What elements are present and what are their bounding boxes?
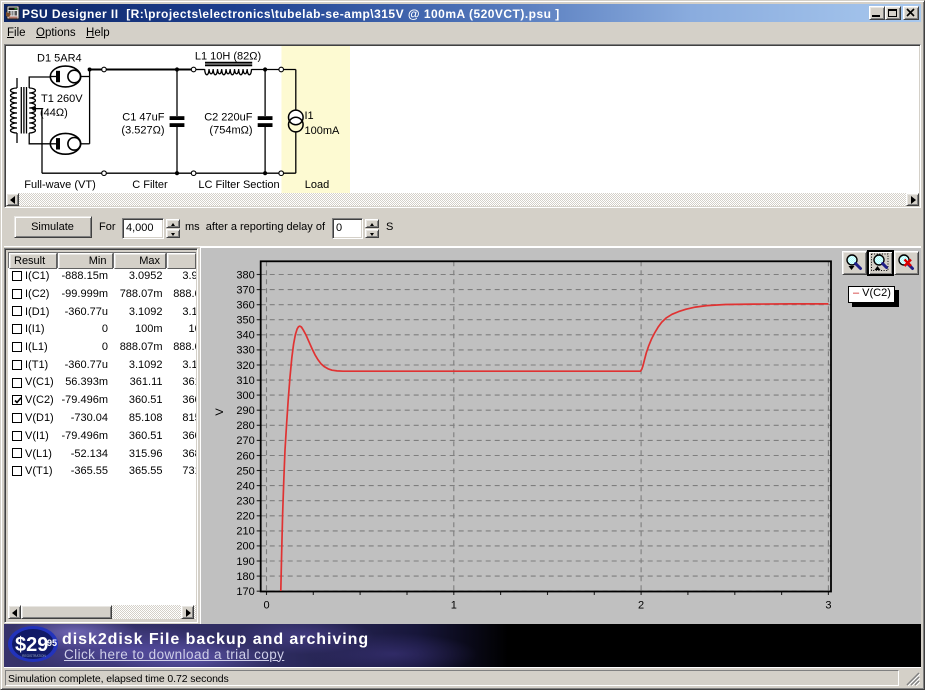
- svg-text:(754mΩ): (754mΩ): [209, 125, 252, 137]
- svg-text:170: 170: [236, 586, 254, 598]
- svg-text:(3.527Ω): (3.527Ω): [121, 125, 164, 137]
- svg-text:370: 370: [236, 284, 254, 296]
- svg-text:190: 190: [236, 556, 254, 568]
- svg-text:230: 230: [236, 496, 254, 508]
- svg-text:V: V: [214, 408, 226, 416]
- svg-text:200: 200: [236, 541, 254, 553]
- svg-text:LC Filter Section: LC Filter Section: [198, 179, 279, 191]
- svg-text:95: 95: [47, 638, 57, 648]
- svg-text:300: 300: [236, 390, 254, 402]
- svg-text:310: 310: [236, 375, 254, 387]
- svg-text:3: 3: [825, 600, 831, 612]
- svg-text:$29: $29: [15, 634, 48, 656]
- svg-text:250: 250: [236, 465, 254, 477]
- svg-text:REGISTRATION: REGISTRATION: [22, 654, 46, 658]
- svg-text:240: 240: [236, 480, 254, 492]
- svg-text:220: 220: [236, 511, 254, 523]
- svg-text:340: 340: [236, 330, 254, 342]
- svg-text:280: 280: [236, 420, 254, 432]
- svg-text:Load: Load: [305, 179, 329, 191]
- svg-text:360: 360: [236, 300, 254, 312]
- svg-text:0: 0: [263, 600, 269, 612]
- svg-text:260: 260: [236, 450, 254, 462]
- svg-text:380: 380: [236, 269, 254, 281]
- svg-text:L1 10H (82Ω): L1 10H (82Ω): [195, 51, 261, 63]
- svg-text:2: 2: [638, 600, 644, 612]
- svg-text:I1: I1: [305, 110, 314, 122]
- svg-text:Full-wave (VT): Full-wave (VT): [24, 179, 96, 191]
- svg-text:270: 270: [236, 435, 254, 447]
- svg-text:100mA: 100mA: [305, 125, 341, 137]
- svg-text:350: 350: [236, 315, 254, 327]
- svg-text:C1 47uF: C1 47uF: [122, 112, 164, 124]
- svg-text:C2 220uF: C2 220uF: [204, 112, 253, 124]
- svg-text:D1 5AR4: D1 5AR4: [37, 53, 82, 65]
- svg-text:330: 330: [236, 345, 254, 357]
- svg-text:(44Ω): (44Ω): [40, 107, 68, 119]
- svg-text:320: 320: [236, 360, 254, 372]
- svg-text:1: 1: [451, 600, 457, 612]
- svg-text:290: 290: [236, 405, 254, 417]
- svg-text:C Filter: C Filter: [132, 179, 168, 191]
- svg-text:T1 260V: T1 260V: [41, 93, 83, 105]
- svg-text:180: 180: [236, 571, 254, 583]
- svg-text:210: 210: [236, 526, 254, 538]
